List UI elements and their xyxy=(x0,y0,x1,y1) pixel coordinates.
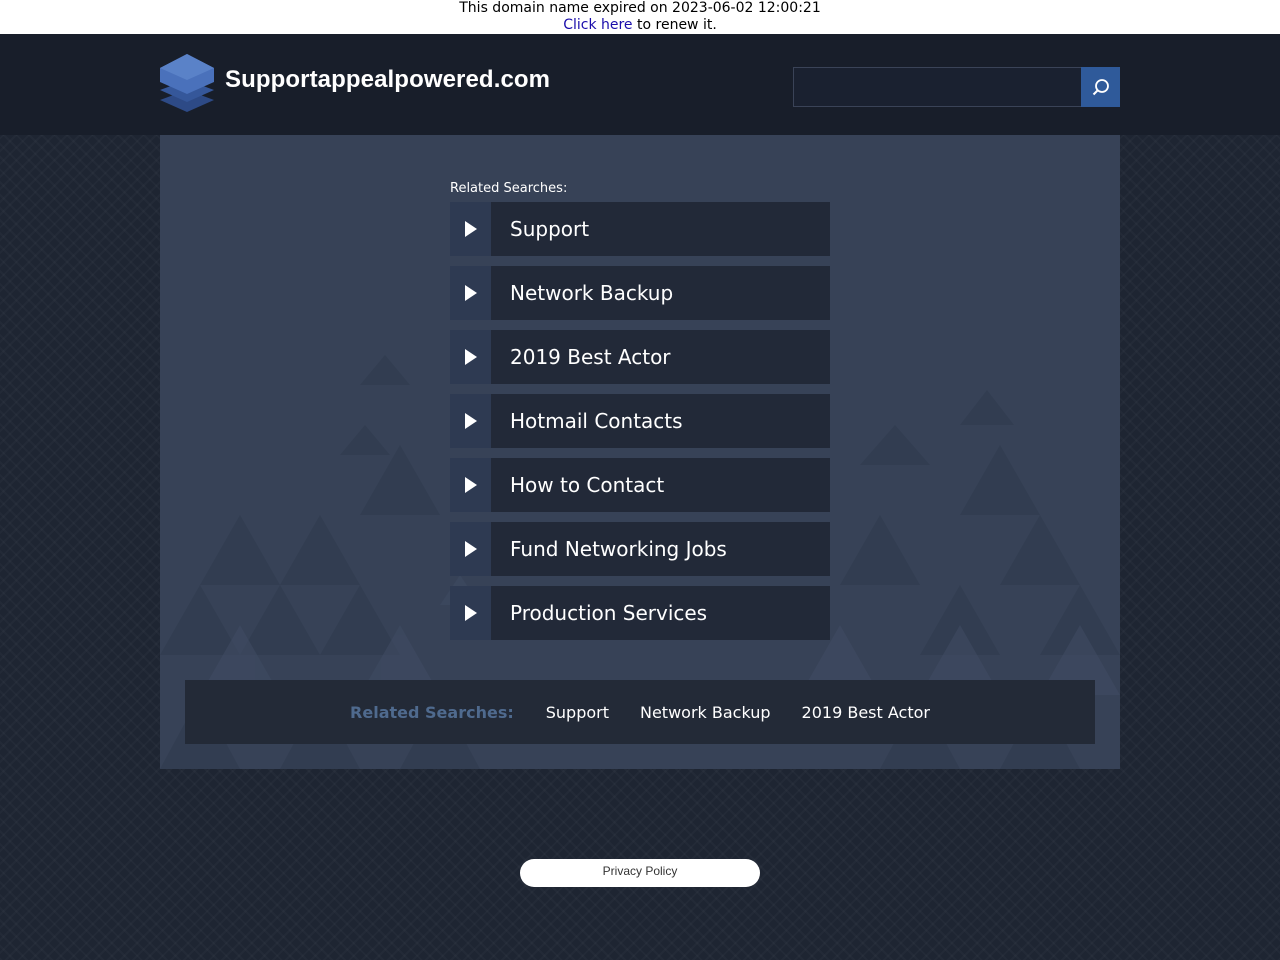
expiry-notice-bar: This domain name expired on 2023-06-02 1… xyxy=(0,0,1280,34)
bottom-related-link[interactable]: Network Backup xyxy=(640,703,771,722)
related-search-label: How to Contact xyxy=(510,473,665,497)
related-searches-list: Support Network Backup 2019 Best Actor H… xyxy=(450,202,830,650)
play-arrow-icon xyxy=(450,330,491,384)
privacy-policy-link[interactable]: Privacy Policy xyxy=(520,859,760,887)
main-content-panel: Related Searches: Support Network Backup… xyxy=(160,135,1120,769)
related-search-label: Fund Networking Jobs xyxy=(510,537,727,561)
layers-stack-icon xyxy=(160,54,214,112)
search-icon xyxy=(1092,79,1109,96)
related-search-item[interactable]: Support xyxy=(450,202,830,256)
related-searches-label: Related Searches: xyxy=(450,181,568,196)
related-search-item[interactable]: Hotmail Contacts xyxy=(450,394,830,448)
related-search-item[interactable]: Production Services xyxy=(450,586,830,640)
play-arrow-icon xyxy=(450,586,491,640)
renew-suffix: to renew it. xyxy=(637,17,717,33)
search-input[interactable] xyxy=(793,67,1082,107)
renew-link[interactable]: Click here xyxy=(563,17,632,33)
play-arrow-icon xyxy=(450,394,491,448)
bottom-related-label: Related Searches: xyxy=(350,702,514,722)
related-search-label: Hotmail Contacts xyxy=(510,409,683,433)
site-title: Supportappealpowered.com xyxy=(225,66,551,93)
bottom-related-link[interactable]: 2019 Best Actor xyxy=(802,703,930,722)
play-arrow-icon xyxy=(450,458,491,512)
related-search-item[interactable]: 2019 Best Actor xyxy=(450,330,830,384)
related-search-item[interactable]: Network Backup xyxy=(450,266,830,320)
related-search-label: Production Services xyxy=(510,601,708,625)
related-search-label: Support xyxy=(510,217,590,241)
bottom-related-searches-bar: Related Searches: Support Network Backup… xyxy=(185,680,1095,744)
play-arrow-icon xyxy=(450,522,491,576)
site-header: Supportappealpowered.com xyxy=(0,34,1280,135)
bottom-related-link[interactable]: Support xyxy=(546,703,609,722)
expiry-message: This domain name expired on 2023-06-02 1… xyxy=(459,0,821,16)
search-button[interactable] xyxy=(1081,67,1120,107)
renew-line: Click here to renew it. xyxy=(0,17,1280,34)
related-search-item[interactable]: Fund Networking Jobs xyxy=(450,522,830,576)
related-search-label: Network Backup xyxy=(510,281,674,305)
related-search-item[interactable]: How to Contact xyxy=(450,458,830,512)
play-arrow-icon xyxy=(450,266,491,320)
related-search-label: 2019 Best Actor xyxy=(510,345,671,369)
play-arrow-icon xyxy=(450,202,491,256)
